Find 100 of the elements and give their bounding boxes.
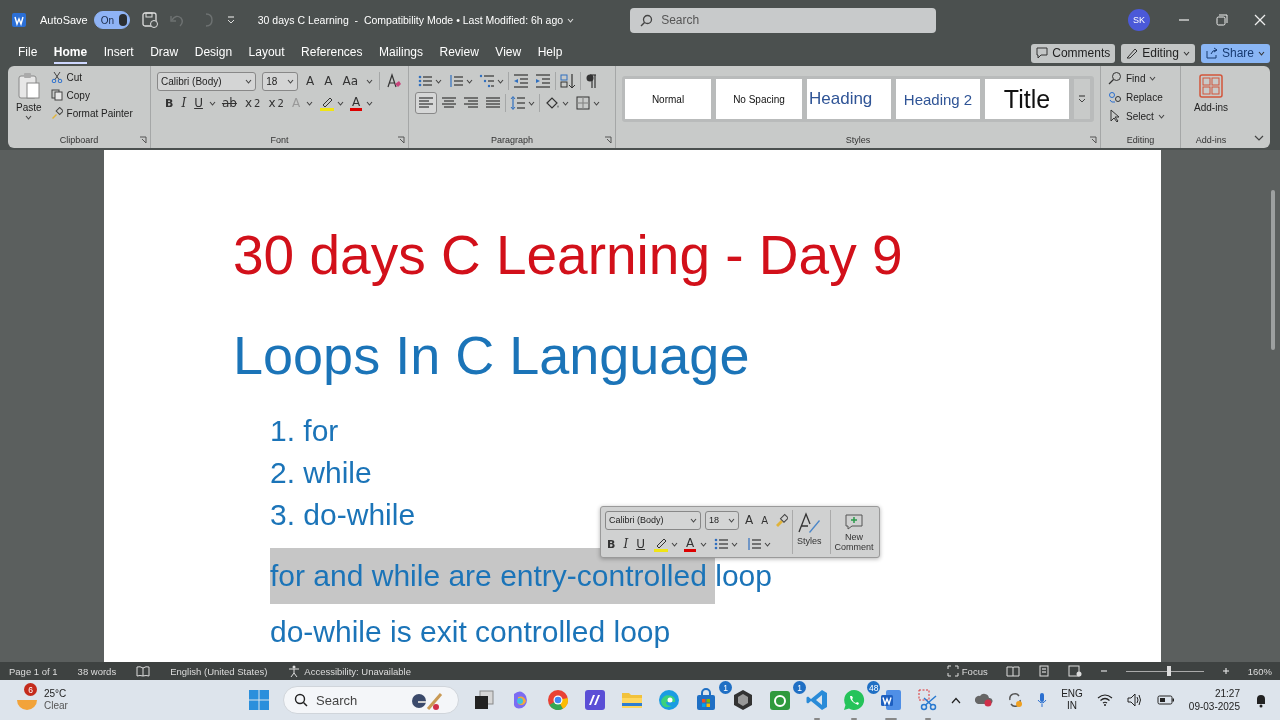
case-button[interactable]: Aa: [340, 74, 361, 88]
ribbon-tab[interactable]: Home: [53, 42, 88, 64]
cut-button[interactable]: Cut: [49, 70, 134, 84]
paint-bucket-icon[interactable]: [544, 95, 560, 111]
chevron-up-icon[interactable]: [951, 696, 962, 704]
share-button[interactable]: Share: [1200, 43, 1270, 63]
speaker-icon[interactable]: [1126, 693, 1143, 707]
read-mode-icon[interactable]: [1005, 665, 1020, 677]
caret-icon[interactable]: [731, 541, 739, 547]
caret-icon[interactable]: [728, 517, 735, 523]
style-option[interactable]: Heading: [807, 79, 891, 119]
sync-icon[interactable]: [1007, 692, 1024, 708]
ring-browser-icon[interactable]: [546, 688, 570, 712]
wifi-icon[interactable]: [1096, 694, 1113, 706]
minus-icon[interactable]: [1099, 667, 1108, 675]
replace-button[interactable]: Replace: [1107, 89, 1174, 105]
style-option[interactable]: Title: [985, 79, 1069, 119]
notification-bell-icon[interactable]: [1254, 692, 1268, 708]
align-right-icon[interactable]: [463, 95, 479, 111]
caret-icon[interactable]: [670, 541, 678, 547]
grow-font-button[interactable]: A: [743, 513, 756, 527]
paragraph-mark-icon[interactable]: [585, 73, 597, 89]
bullet-list-icon[interactable]: [713, 536, 730, 552]
caret-icon[interactable]: [764, 541, 772, 547]
find-button[interactable]: Find: [1107, 70, 1174, 86]
clear-formatting-icon[interactable]: [386, 73, 402, 89]
add-ins-button[interactable]: Add-ins: [1181, 70, 1241, 117]
new-comment-button[interactable]: New Comment: [829, 510, 878, 554]
format-painter-button[interactable]: Format Painter: [49, 106, 134, 120]
select-button[interactable]: Select: [1107, 108, 1174, 124]
restore-icon[interactable]: [1216, 14, 1228, 26]
focus-button[interactable]: Focus: [946, 665, 988, 677]
battery-icon[interactable]: [1156, 695, 1175, 705]
underline-button[interactable]: U: [634, 537, 647, 551]
shrink-button[interactable]: A: [322, 74, 335, 88]
dialog-launcher-icon[interactable]: [1089, 136, 1097, 144]
cloud-error-icon[interactable]: [975, 693, 994, 707]
caret-icon[interactable]: [1149, 75, 1157, 81]
italic-button[interactable]: I: [179, 96, 189, 110]
bullet-list-icon[interactable]: [417, 73, 433, 89]
game-box-icon[interactable]: [768, 688, 792, 712]
ribbon-tab[interactable]: Insert: [103, 42, 134, 64]
strike-button[interactable]: ab: [219, 96, 239, 110]
start-icon[interactable]: [248, 689, 270, 711]
shrink-font-button[interactable]: A: [759, 514, 771, 526]
align-center-icon[interactable]: [441, 95, 457, 111]
caret-icon[interactable]: [306, 100, 314, 106]
book-icon[interactable]: [136, 665, 151, 677]
align-left-icon[interactable]: [418, 95, 434, 111]
caret-icon[interactable]: [497, 78, 504, 84]
ribbon-tab[interactable]: Design: [194, 42, 233, 64]
caret-icon[interactable]: [1258, 50, 1265, 56]
caret-icon[interactable]: [366, 100, 374, 106]
dialog-launcher-icon[interactable]: [604, 136, 612, 144]
multilevel-list-icon[interactable]: [479, 73, 495, 89]
microphone-icon[interactable]: [1037, 692, 1048, 708]
font-size-dropdown[interactable]: 18: [705, 510, 739, 530]
caret-icon[interactable]: [466, 78, 473, 84]
caret-icon[interactable]: [287, 78, 295, 84]
highlighter-icon[interactable]: [652, 536, 669, 552]
print-layout-icon[interactable]: [1037, 665, 1050, 677]
decrease-indent-icon[interactable]: [513, 73, 529, 89]
line-spacing-icon[interactable]: [510, 95, 526, 111]
ribbon-tab[interactable]: File: [18, 42, 38, 64]
save-icon[interactable]: [141, 12, 158, 28]
user-avatar[interactable]: SK: [1128, 9, 1150, 31]
accessibility-icon[interactable]: [287, 665, 302, 677]
paste-button[interactable]: Paste: [14, 70, 44, 122]
comments-button[interactable]: Comments: [1031, 43, 1116, 63]
increase-indent-icon[interactable]: [535, 73, 551, 89]
customize-icon[interactable]: [225, 15, 236, 25]
shopping-bag-icon[interactable]: [694, 688, 718, 712]
hexagon-icon[interactable]: [731, 688, 755, 712]
ribbon-tab[interactable]: Draw: [150, 42, 179, 64]
numbered-list-icon[interactable]: [746, 536, 763, 552]
ribbon-tab[interactable]: Layout: [248, 42, 285, 64]
plus-icon[interactable]: [1221, 667, 1230, 675]
taskbar-search-field[interactable]: Search: [283, 686, 459, 714]
justify-icon[interactable]: [485, 95, 501, 111]
accessibility-status[interactable]: Accessibility: Unavailable: [304, 665, 411, 677]
style-option[interactable]: No Spacing: [716, 79, 802, 119]
ribbon-tab[interactable]: References: [301, 42, 363, 64]
font-name-dropdown[interactable]: Calibri (Body): [157, 71, 257, 91]
style-option[interactable]: Normal: [625, 79, 711, 119]
dialog-launcher-icon[interactable]: [397, 136, 405, 144]
search-field[interactable]: Search: [630, 7, 937, 33]
editing-button[interactable]: Editing: [1121, 43, 1195, 63]
sort-icon[interactable]: [560, 73, 576, 89]
gallery-more-button[interactable]: [1074, 79, 1090, 119]
word-count[interactable]: 38 words: [77, 665, 117, 677]
document-title[interactable]: 30 days C Learning - Compatibility Mode • Last Modified: 6h ago: [257, 14, 564, 26]
ribbon-tab[interactable]: Help: [537, 42, 563, 64]
caret-icon[interactable]: [435, 78, 442, 84]
color-button[interactable]: A: [350, 95, 363, 111]
italic-button[interactable]: I: [621, 537, 631, 551]
styles-button[interactable]: Styles: [792, 510, 826, 554]
input-region[interactable]: IN: [1067, 700, 1077, 712]
tile-icon[interactable]: [583, 688, 607, 712]
caret-icon[interactable]: [245, 78, 253, 84]
bold-button[interactable]: B: [163, 96, 176, 110]
